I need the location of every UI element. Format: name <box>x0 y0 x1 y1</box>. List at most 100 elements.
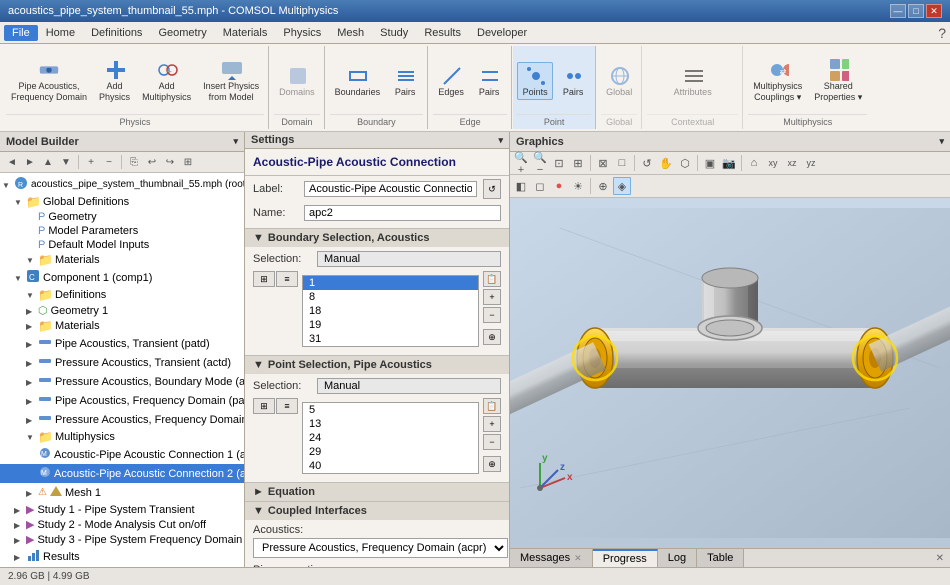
tree-item-multiphysics[interactable]: 📁 Multiphysics <box>0 429 244 445</box>
wireframe-button[interactable]: ⬡ <box>676 154 694 172</box>
mesh1-expand-icon[interactable] <box>26 488 38 498</box>
edge-button[interactable]: ◻ <box>531 177 549 195</box>
pat-expand-icon[interactable] <box>26 339 38 349</box>
mb-undo-button[interactable]: ↩ <box>144 154 160 170</box>
tree-item-geometry[interactable]: P Geometry <box>0 210 244 224</box>
boundary-selection-header[interactable]: ▼ Boundary Selection, Acoustics <box>245 229 509 247</box>
edge-pairs-button[interactable]: Pairs <box>471 62 507 101</box>
label-reset-button[interactable]: ↺ <box>483 179 501 199</box>
boundary-paste-btn[interactable]: 📋 <box>483 271 501 287</box>
tree-item-materials-global[interactable]: 📁 Materials <box>0 252 244 268</box>
point-remove-btn[interactable]: − <box>483 434 501 450</box>
domains-button[interactable]: Domains <box>274 62 320 101</box>
add-multiphysics-button[interactable]: + AddMultiphysics <box>137 56 196 106</box>
shared-properties-button[interactable]: SharedProperties ▾ <box>809 56 867 106</box>
comp1-expand-icon[interactable] <box>14 273 26 283</box>
boundary-selection-list[interactable]: 1 8 18 19 31 <box>302 275 479 347</box>
study2-expand-icon[interactable] <box>14 520 26 530</box>
tree-item-root[interactable]: R acoustics_pipe_system_thumbnail_55.mph… <box>0 175 244 194</box>
point-item-5[interactable]: 5 <box>303 403 478 417</box>
menu-home[interactable]: Home <box>38 25 83 41</box>
mb-redo-button[interactable]: ↪ <box>162 154 178 170</box>
tree-item-results[interactable]: Results <box>0 547 244 566</box>
menu-geometry[interactable]: Geometry <box>150 25 214 41</box>
tree-item-pressure-t[interactable]: Pressure Acoustics, Transient (actd) <box>0 353 244 372</box>
select-all-button[interactable]: ⊠ <box>594 154 612 172</box>
boundary-add-btn[interactable]: + <box>483 289 501 305</box>
menu-definitions[interactable]: Definitions <box>83 25 150 41</box>
mb-delete-button[interactable]: − <box>101 154 117 170</box>
boundary-item-18[interactable]: 18 <box>303 304 478 318</box>
boundary-item-8[interactable]: 8 <box>303 290 478 304</box>
tree-item-definitions[interactable]: 📁 Definitions <box>0 287 244 303</box>
maximize-button[interactable]: □ <box>908 4 924 18</box>
menu-physics[interactable]: Physics <box>275 25 329 41</box>
select-none-button[interactable]: □ <box>613 154 631 172</box>
tree-item-default-inputs[interactable]: P Default Model Inputs <box>0 238 244 252</box>
multiphysics-expand-icon[interactable] <box>26 432 38 442</box>
tree-item-study1[interactable]: ▶ Study 1 - Pipe System Transient <box>0 502 244 517</box>
point-pairs-button[interactable]: Pairs <box>555 62 591 101</box>
multiphysics-couplings-button[interactable]: ⇄ MultiphysicsCouplings ▾ <box>748 56 807 106</box>
boundary-item-19[interactable]: 19 <box>303 318 478 332</box>
transparency-button[interactable]: ◧ <box>512 177 530 195</box>
settings-collapse-icon[interactable]: ▾ <box>498 135 503 146</box>
geom1-expand-icon[interactable] <box>26 306 38 316</box>
tree-item-pipe-acoustics-t[interactable]: Pipe Acoustics, Transient (patd) <box>0 334 244 353</box>
acpr-expand-icon[interactable] <box>26 415 38 425</box>
point-selection-header[interactable]: ▼ Point Selection, Pipe Acoustics <box>245 356 509 374</box>
tree-item-pressure-bm[interactable]: Pressure Acoustics, Boundary Mode (acbm) <box>0 372 244 391</box>
view-yz-button[interactable]: yz <box>802 154 820 172</box>
light-button[interactable]: ☀ <box>569 177 587 195</box>
rotate-button[interactable]: ↺ <box>638 154 656 172</box>
equation-header[interactable]: ► Equation <box>245 483 509 501</box>
tree-item-comp1[interactable]: C Component 1 (comp1) <box>0 268 244 287</box>
study1-expand-icon[interactable] <box>14 505 26 515</box>
zoom-out-button[interactable]: 🔍− <box>531 154 549 172</box>
acoustics-select[interactable]: Pressure Acoustics, Frequency Domain (ac… <box>253 538 508 558</box>
point-item-29[interactable]: 29 <box>303 445 478 459</box>
add-physics-button[interactable]: AddPhysics <box>94 56 135 106</box>
menu-results[interactable]: Results <box>416 25 469 41</box>
tree-item-mesh1[interactable]: ⚠ Mesh 1 <box>0 483 244 502</box>
view-xy-button[interactable]: xy <box>764 154 782 172</box>
mb-expand-all-button[interactable]: ⊞ <box>180 154 196 170</box>
screenshot-button[interactable]: 📷 <box>720 154 738 172</box>
pipe-acoustics-frequency-button[interactable]: Pipe Acoustics,Frequency Domain <box>6 56 92 106</box>
root-expand-icon[interactable] <box>2 180 14 190</box>
tree-item-materials[interactable]: 📁 Materials <box>0 318 244 334</box>
global-defs-expand-icon[interactable] <box>14 197 26 207</box>
tree-item-apc1[interactable]: M Acoustic-Pipe Acoustic Connection 1 (a… <box>0 445 244 464</box>
boundary-view-btn-1[interactable]: ⊞ <box>253 271 275 287</box>
tree-item-apc2[interactable]: M Acoustic-Pipe Acoustic Connection 2 (a… <box>0 464 244 483</box>
boundaries-button[interactable]: Boundaries <box>330 62 386 101</box>
tree-item-study3[interactable]: ▶ Study 3 - Pipe System Frequency Domain <box>0 532 244 547</box>
tab-log[interactable]: Log <box>658 549 697 567</box>
tabs-close-button[interactable]: ✕ <box>936 553 944 564</box>
boundary-remove-btn[interactable]: − <box>483 307 501 323</box>
selection-highlight-button[interactable]: ◈ <box>613 177 631 195</box>
boundary-item-31[interactable]: 31 <box>303 332 478 346</box>
tree-item-study2[interactable]: ▶ Study 2 - Mode Analysis Cut on/off <box>0 517 244 532</box>
help-button[interactable]: ? <box>938 25 946 41</box>
point-item-24[interactable]: 24 <box>303 431 478 445</box>
results-expand-icon[interactable] <box>14 552 26 562</box>
point-paste-btn[interactable]: 📋 <box>483 398 501 414</box>
tab-messages-close[interactable]: ✕ <box>574 553 582 564</box>
boundary-replace-btn[interactable]: ⊕ <box>483 329 501 345</box>
points-button[interactable]: Points <box>517 62 553 101</box>
tree-item-geom1[interactable]: ⬡ Geometry 1 <box>0 303 244 318</box>
boundary-pairs-button[interactable]: Pairs <box>387 62 423 101</box>
point-replace-btn[interactable]: ⊕ <box>483 456 501 472</box>
menu-file[interactable]: File <box>4 25 38 41</box>
tree-item-pipe-acoustics-fd[interactable]: Pipe Acoustics, Frequency Domain (pafd) <box>0 391 244 410</box>
pressure-bm-expand-icon[interactable] <box>26 377 38 387</box>
mb-add-button[interactable]: + <box>83 154 99 170</box>
point-item-40[interactable]: 40 <box>303 459 478 473</box>
global-button[interactable]: Global <box>601 62 637 101</box>
color-button[interactable]: ● <box>550 177 568 195</box>
zoom-select-button[interactable]: ⊞ <box>569 154 587 172</box>
model-builder-collapse[interactable]: ▾ <box>233 136 238 147</box>
minimize-button[interactable]: — <box>890 4 906 18</box>
point-add-btn[interactable]: + <box>483 416 501 432</box>
